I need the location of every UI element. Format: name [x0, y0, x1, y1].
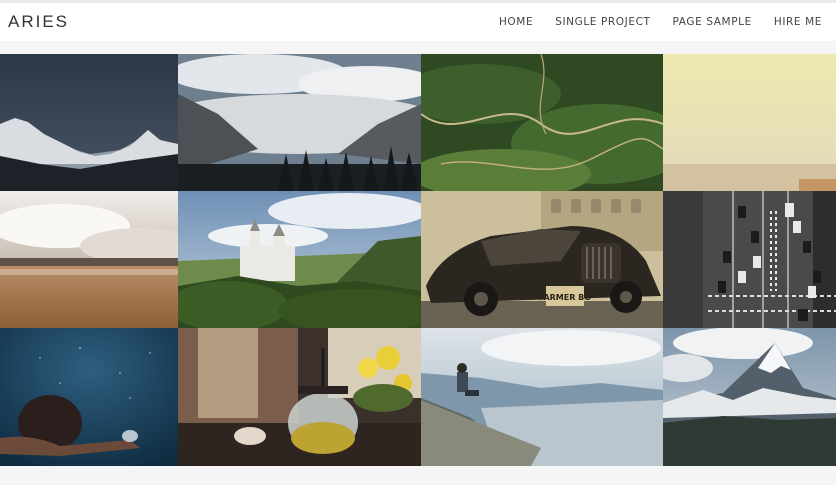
main-nav: HOME SINGLE PROJECT PAGE SAMPLE HIRE ME — [477, 16, 822, 28]
portfolio-grid: FARMER BO — [0, 54, 836, 466]
nav-item-home[interactable]: HOME — [499, 16, 533, 28]
license-plate-text: FARMER BO — [539, 293, 591, 302]
gallery-tile-mountain-dusk[interactable] — [0, 54, 178, 191]
gallery-tile-underwater-swimmer[interactable] — [0, 328, 178, 466]
site-header: ARIES HOME SINGLE PROJECT PAGE SAMPLE HI… — [0, 3, 836, 41]
nav-item-hire-me[interactable]: HIRE ME — [774, 16, 822, 28]
header-spacer — [0, 41, 836, 54]
gallery-tile-misty-forest[interactable] — [178, 54, 421, 191]
site-logo[interactable]: ARIES — [8, 12, 69, 32]
gallery-tile-castle[interactable] — [178, 191, 421, 328]
footer-spacer — [0, 466, 836, 485]
gallery-tile-tea-flowers[interactable] — [178, 328, 421, 466]
gallery-tile-green-hills-road[interactable] — [421, 54, 663, 191]
gallery-tile-mountain-peak[interactable] — [663, 328, 836, 466]
gallery-tile-city-traffic[interactable] — [663, 191, 836, 328]
gallery-tile-man-on-wall[interactable] — [421, 328, 663, 466]
gallery-tile-vintage-car[interactable]: FARMER BO — [421, 191, 663, 328]
nav-item-page-sample[interactable]: PAGE SAMPLE — [673, 16, 752, 28]
nav-item-single-project[interactable]: SINGLE PROJECT — [555, 16, 650, 28]
gallery-tile-hazy-desert[interactable] — [663, 54, 836, 191]
gallery-tile-cloudy-lake[interactable] — [0, 191, 178, 328]
